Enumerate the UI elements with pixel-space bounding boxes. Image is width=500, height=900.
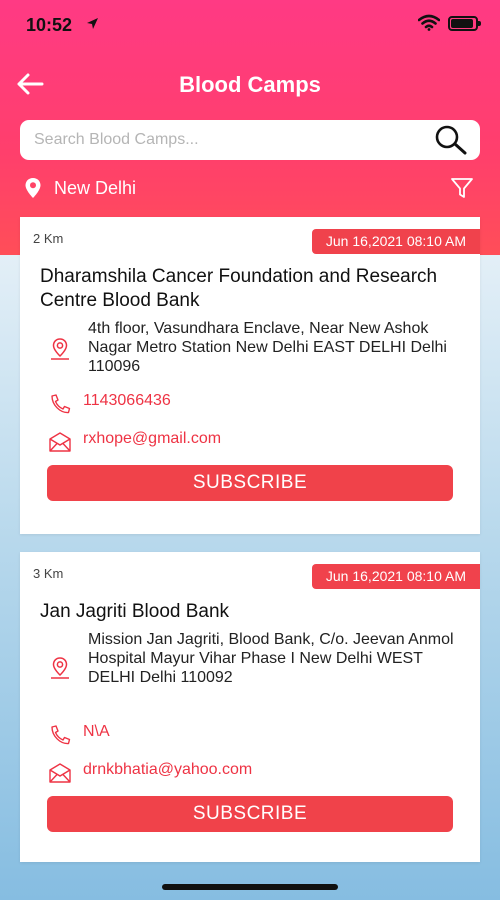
filter-icon[interactable] [450,176,474,205]
camp-phone[interactable]: 1143066436 [83,392,171,410]
camp-card: 3 Km Jun 16,2021 08:10 AM Jan Jagriti Bl… [20,552,480,862]
camp-address: 4th floor, Vasundhara Enclave, Near New … [88,320,447,375]
address-pin-icon [48,337,72,366]
camp-distance: 3 Km [33,566,64,581]
camp-phone-row: N\A [48,722,468,746]
camp-email[interactable]: drnkbhatia@yahoo.com [83,761,252,779]
search-icon[interactable] [434,125,468,160]
search-bar [20,120,480,160]
page-title: Blood Camps [179,72,321,97]
subscribe-button[interactable]: SUBSCRIBE [47,465,453,501]
location-city[interactable]: New Delhi [54,178,136,199]
location-pin-icon [24,177,42,204]
phone-icon [48,393,72,420]
camp-distance: 2 Km [33,231,64,246]
app-header: Blood Camps [0,62,500,106]
subscribe-button[interactable]: SUBSCRIBE [47,796,453,832]
wifi-icon [417,14,441,36]
email-icon [48,762,72,789]
camp-email-row: drnkbhatia@yahoo.com [48,760,468,784]
camp-email[interactable]: rxhope@gmail.com [83,430,221,448]
camp-phone[interactable]: N\A [83,723,110,741]
phone-icon [48,724,72,751]
battery-icon [448,16,481,31]
camp-card: 2 Km Jun 16,2021 08:10 AM Dharamshila Ca… [20,217,480,534]
camp-address: Mission Jan Jagriti, Blood Bank, C/o. Je… [88,631,454,686]
camp-date-badge: Jun 16,2021 08:10 AM [311,229,480,254]
camp-date-badge: Jun 16,2021 08:10 AM [311,564,480,589]
camp-name: Dharamshila Cancer Foundation and Resear… [40,266,438,311]
home-indicator[interactable] [162,884,338,890]
address-pin-icon [48,656,72,685]
camp-phone-row: 1143066436 [48,391,468,415]
camp-email-row: rxhope@gmail.com [48,429,468,453]
camp-name: Jan Jagriti Blood Bank [40,601,230,622]
camp-address-row: Mission Jan Jagriti, Blood Bank, C/o. Je… [48,630,468,708]
email-icon [48,431,72,458]
location-arrow-icon [86,17,99,33]
location-row: New Delhi [24,174,476,204]
status-bar: 10:52 [0,0,500,50]
camp-address-row: 4th floor, Vasundhara Enclave, Near New … [48,319,468,379]
status-time: 10:52 [26,15,73,35]
search-input[interactable] [34,120,424,160]
